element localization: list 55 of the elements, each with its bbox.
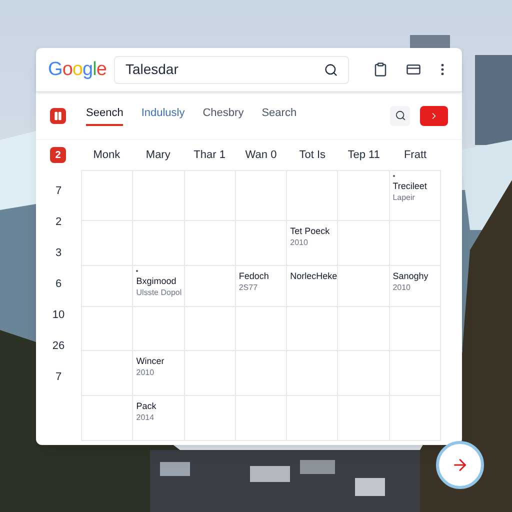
- event-title[interactable]: Sanoghy: [392, 270, 437, 282]
- event-subtitle: Lapeir: [392, 192, 416, 204]
- event-subtitle: 2014: [136, 412, 156, 424]
- event-title[interactable]: Pack: [136, 400, 181, 412]
- pause-icon[interactable]: [50, 108, 66, 124]
- grid-cell: [390, 396, 441, 441]
- event-title[interactable]: NorlecHeke: [290, 270, 334, 282]
- hour-label: 7: [55, 184, 62, 199]
- hour-label: 7: [55, 370, 62, 385]
- clipboard-icon[interactable]: [373, 62, 388, 77]
- grid-cell: [236, 396, 288, 441]
- grid-cell: [287, 396, 338, 441]
- day-heading: Tep 11: [346, 148, 381, 163]
- event-subtitle: 2010: [290, 237, 309, 249]
- search-icon: [394, 110, 406, 121]
- day-heading: Thar 1: [192, 148, 226, 163]
- day-heading: Monk: [92, 148, 122, 163]
- event-title[interactable]: Bxgimood: [136, 275, 181, 287]
- hour-label: 3: [55, 246, 62, 261]
- day-heading: Fratt: [402, 148, 428, 163]
- grid-cell: [338, 307, 390, 351]
- grid-cell: [184, 221, 236, 266]
- week-badge: 2: [50, 147, 66, 163]
- tab[interactable]: Chesbry: [202, 104, 244, 126]
- event-title[interactable]: Trecileet: [392, 180, 437, 192]
- hour-label: 6: [55, 277, 62, 292]
- event-title[interactable]: Fedoch: [238, 270, 284, 282]
- grid-cell: [338, 351, 390, 396]
- hour-label: 10: [52, 308, 65, 323]
- google-logo: Google: [48, 60, 106, 79]
- hour-label: 26: [52, 339, 65, 354]
- search-icon[interactable]: [324, 62, 338, 76]
- event-title[interactable]: Wincer: [136, 355, 181, 367]
- grid-cell: [287, 351, 338, 396]
- grid-cell: [184, 307, 236, 351]
- event-subtitle: 2010: [136, 367, 156, 379]
- day-heading: Mary: [144, 148, 172, 163]
- search-field[interactable]: Talesdar: [114, 56, 350, 84]
- card-icon[interactable]: [406, 62, 421, 77]
- event-subtitle: 2010: [392, 282, 412, 294]
- event-subtitle: Ulsste Dopol: [136, 287, 181, 299]
- tab[interactable]: Search: [262, 104, 297, 126]
- grid-cell: [338, 396, 390, 441]
- tab[interactable]: Seench: [86, 104, 124, 126]
- tab[interactable]: Indulusly: [141, 104, 185, 126]
- arrow-icon: [451, 456, 469, 474]
- grid-cell: [236, 351, 288, 396]
- event-subtitle: 2S77: [238, 282, 259, 294]
- day-heading: Tot Is: [298, 148, 327, 163]
- grid-cell: [390, 351, 441, 396]
- search-button[interactable]: [390, 106, 410, 126]
- hour-label: 2: [55, 215, 62, 230]
- day-heading: Wan 0: [244, 148, 278, 163]
- next-button[interactable]: [420, 106, 448, 126]
- event-title[interactable]: Tet Poeck: [290, 225, 334, 237]
